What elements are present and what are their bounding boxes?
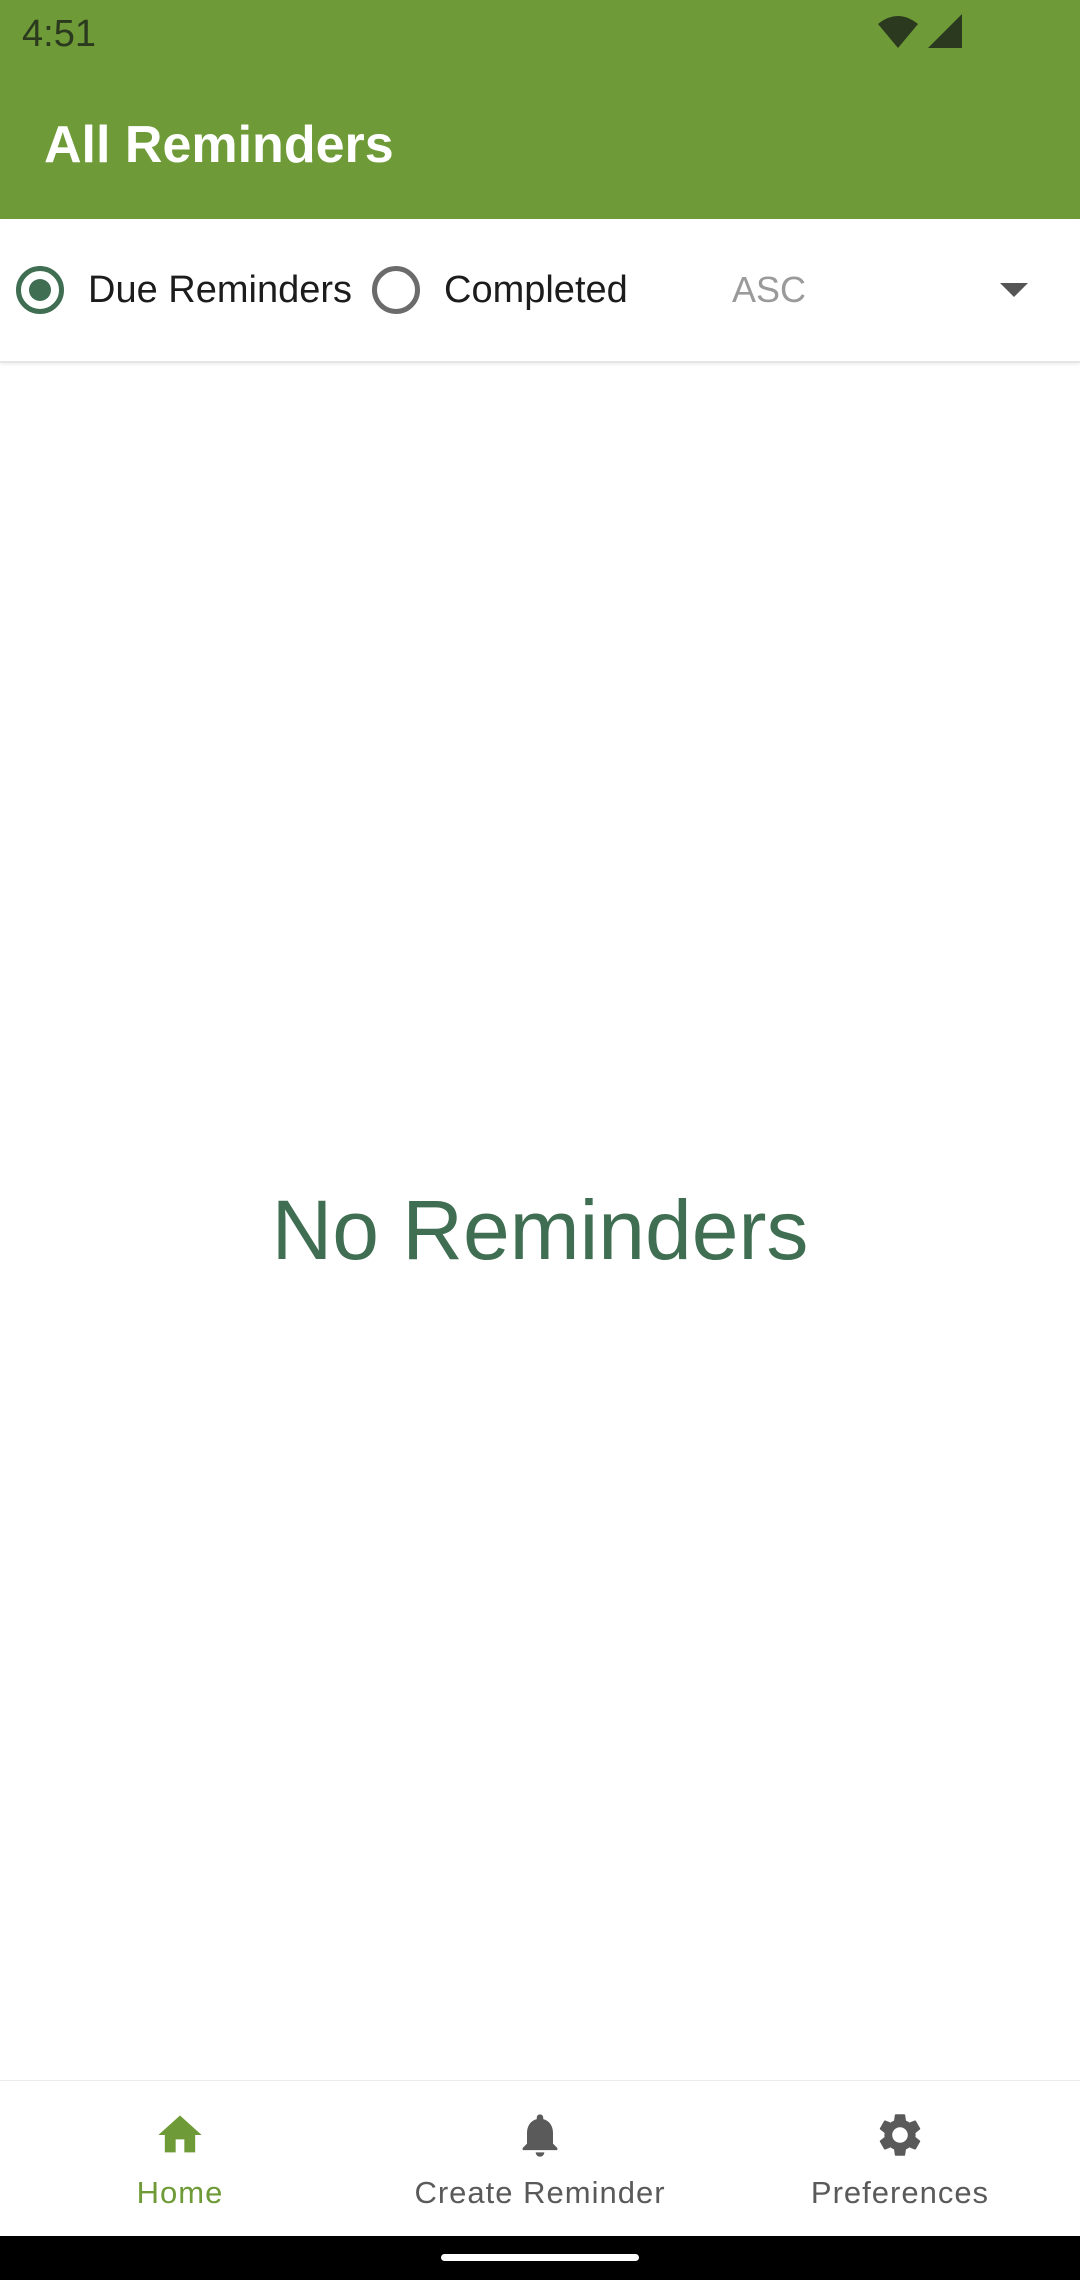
status-icons xyxy=(878,14,963,50)
filter-bar: Due Reminders Completed ASC xyxy=(0,219,1080,363)
radio-due-reminders[interactable]: Due Reminders xyxy=(16,219,352,361)
status-time: 4:51 xyxy=(22,13,96,55)
radio-unchecked-icon xyxy=(372,266,420,314)
nav-item-home[interactable]: Home xyxy=(0,2081,360,2237)
gesture-handle[interactable] xyxy=(441,2254,639,2261)
gear-icon xyxy=(879,2114,921,2156)
app-bar: 4:51 All Reminders xyxy=(0,0,1080,219)
nav-item-label: Create Reminder xyxy=(414,2175,666,2210)
dropdown-arrow-icon xyxy=(1000,283,1028,297)
nav-item-create-reminder[interactable]: Create Reminder xyxy=(360,2081,720,2237)
empty-state-message: No Reminders xyxy=(271,1183,809,1277)
radio-completed[interactable]: Completed xyxy=(372,219,628,361)
nav-item-label: Home xyxy=(136,2175,224,2210)
cell-signal-icon xyxy=(928,14,962,48)
wifi-icon xyxy=(878,16,918,48)
bottom-navigation: Home Create Reminder Preferences xyxy=(0,2080,1080,2237)
sort-order-value: ASC xyxy=(732,269,807,310)
nav-item-label: Preferences xyxy=(810,2175,990,2210)
page-title: All Reminders xyxy=(44,116,394,174)
sort-order-dropdown[interactable]: ASC xyxy=(700,219,1080,361)
home-icon xyxy=(158,2115,202,2153)
system-gesture-bar xyxy=(0,2236,1080,2280)
radio-label: Due Reminders xyxy=(88,268,352,311)
radio-label: Completed xyxy=(444,268,628,311)
nav-item-preferences[interactable]: Preferences xyxy=(720,2081,1080,2237)
radio-checked-icon xyxy=(16,266,64,314)
bell-icon xyxy=(522,2114,558,2157)
